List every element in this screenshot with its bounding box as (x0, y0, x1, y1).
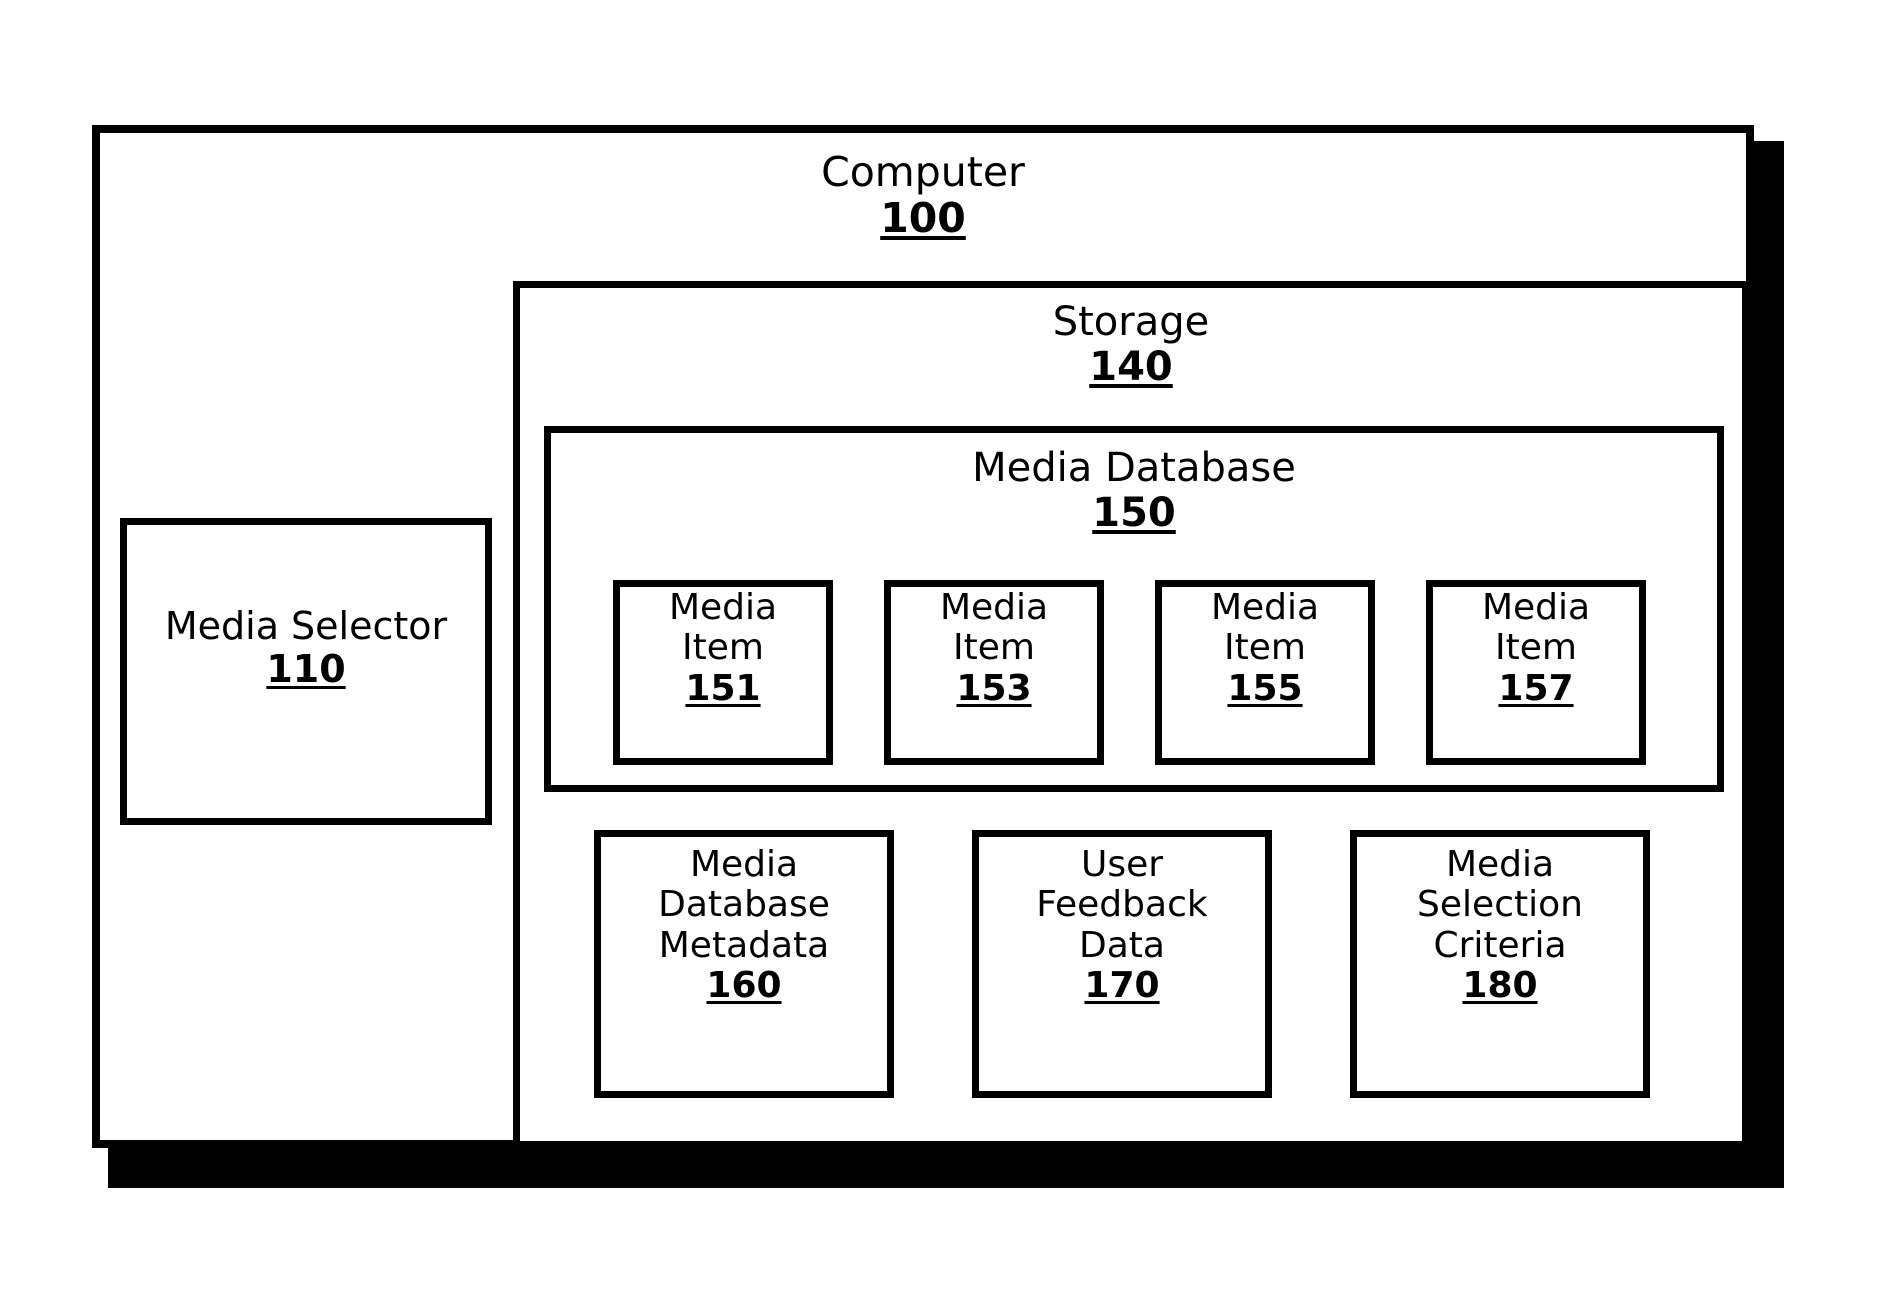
media-database-ref-number: 150 (1092, 489, 1176, 536)
user-feedback-data-label: User Feedback Data (1036, 844, 1208, 966)
media-database-metadata-ref-number: 160 (706, 964, 782, 1006)
media-item-151-label: Media Item (668, 587, 778, 669)
media-database-label-group: Media Database 150 (544, 446, 1724, 536)
media-selector-label: Media Selector (164, 604, 448, 648)
computer-label-group: Computer 100 (92, 148, 1754, 242)
media-item-153-label: Media Item (939, 587, 1049, 669)
storage-label: Storage (1052, 299, 1210, 345)
media-selection-criteria-ref-number: 180 (1462, 964, 1538, 1006)
media-selection-criteria-label: Media Selection Criteria (1417, 844, 1583, 966)
media-item-157-label: Media Item (1481, 587, 1591, 669)
computer-label: Computer (821, 148, 1025, 196)
user-feedback-data-label-group: User Feedback Data 170 (972, 844, 1272, 1006)
diagram-canvas: Computer 100 Media Selector 110 Storage … (0, 0, 1892, 1309)
media-item-155-label: Media Item (1210, 587, 1320, 669)
media-database-metadata-label: Media Database Metadata (658, 844, 830, 966)
media-database-label: Media Database (972, 445, 1296, 491)
computer-ref-number: 100 (880, 193, 966, 242)
media-item-155-label-group: Media Item 155 (1155, 587, 1375, 709)
media-item-157-label-group: Media Item 157 (1426, 587, 1646, 709)
media-selector-label-group: Media Selector 110 (120, 605, 492, 690)
media-item-155-ref-number: 155 (1227, 667, 1303, 709)
storage-label-group: Storage 140 (513, 300, 1749, 390)
media-item-157-ref-number: 157 (1498, 667, 1574, 709)
storage-ref-number: 140 (1089, 343, 1173, 390)
media-database-metadata-label-group: Media Database Metadata 160 (594, 844, 894, 1006)
media-item-151-ref-number: 151 (685, 667, 761, 709)
media-item-153-ref-number: 153 (956, 667, 1032, 709)
media-item-153-label-group: Media Item 153 (884, 587, 1104, 709)
media-selector-ref-number: 110 (266, 646, 346, 691)
media-item-151-label-group: Media Item 151 (613, 587, 833, 709)
user-feedback-data-ref-number: 170 (1084, 964, 1160, 1006)
media-selection-criteria-label-group: Media Selection Criteria 180 (1350, 844, 1650, 1006)
